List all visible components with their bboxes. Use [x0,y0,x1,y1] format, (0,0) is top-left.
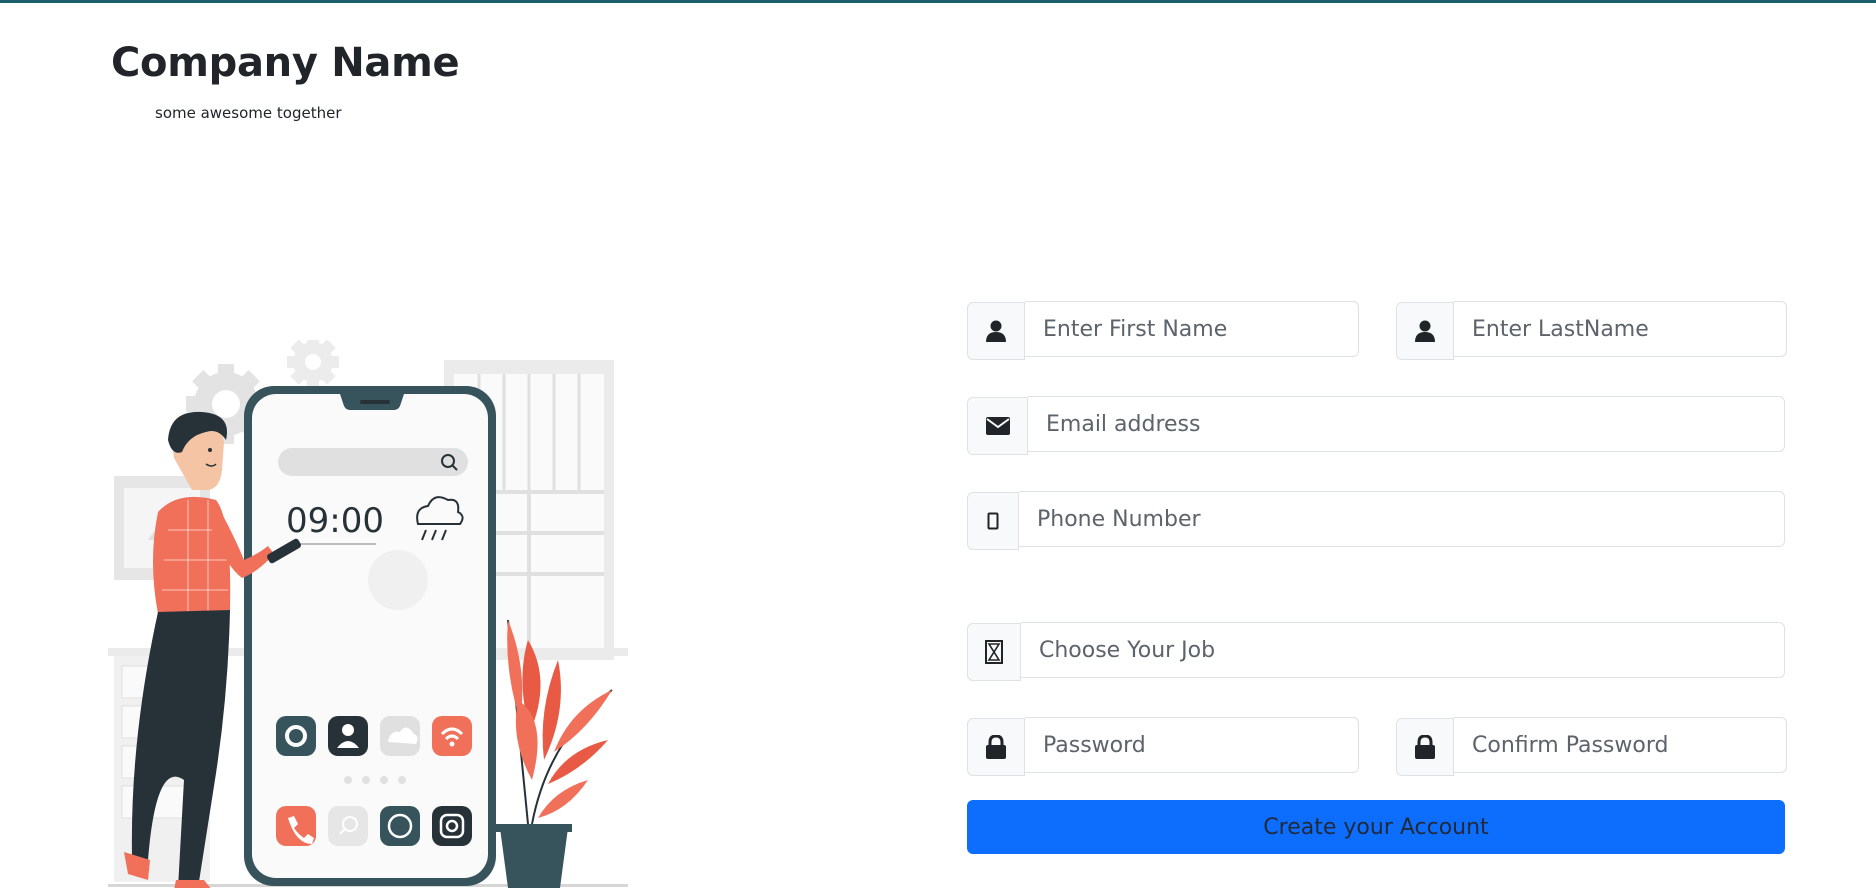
job-select[interactable] [1021,622,1785,678]
mobile-icon [967,492,1019,550]
plant-graphic [496,619,613,888]
job-row [967,622,1785,681]
page-title: Company Name [111,40,460,86]
signup-illustration: 09:00 [108,340,628,888]
phone-row [967,491,1785,550]
user-icon [1396,302,1454,360]
hourglass-icon [967,623,1021,681]
email-row [967,396,1785,455]
first-name-field[interactable] [1025,301,1359,357]
last-name-group [1396,301,1787,360]
confirm-password-group [1396,717,1787,776]
confirm-password-field[interactable] [1454,717,1787,773]
envelope-icon [967,397,1028,455]
top-accent-bar [0,0,1876,3]
phone-clock-text: 09:00 [286,501,384,541]
first-name-group [967,301,1359,360]
phone-graphic: 09:00 [244,386,496,886]
email-group [967,396,1785,455]
brand-tagline: some awesome together [155,104,342,122]
lock-icon [1396,718,1454,776]
create-account-button[interactable]: Create your Account [967,800,1785,854]
password-group [967,717,1359,776]
password-field[interactable] [1025,717,1359,773]
phone-field[interactable] [1019,491,1785,547]
job-group [967,622,1785,681]
phone-group [967,491,1785,550]
email-field[interactable] [1028,396,1785,452]
lock-icon [967,718,1025,776]
last-name-field[interactable] [1454,301,1787,357]
name-row [967,301,1787,360]
gear-icon [287,340,339,388]
password-row [967,717,1787,776]
user-icon [967,302,1025,360]
